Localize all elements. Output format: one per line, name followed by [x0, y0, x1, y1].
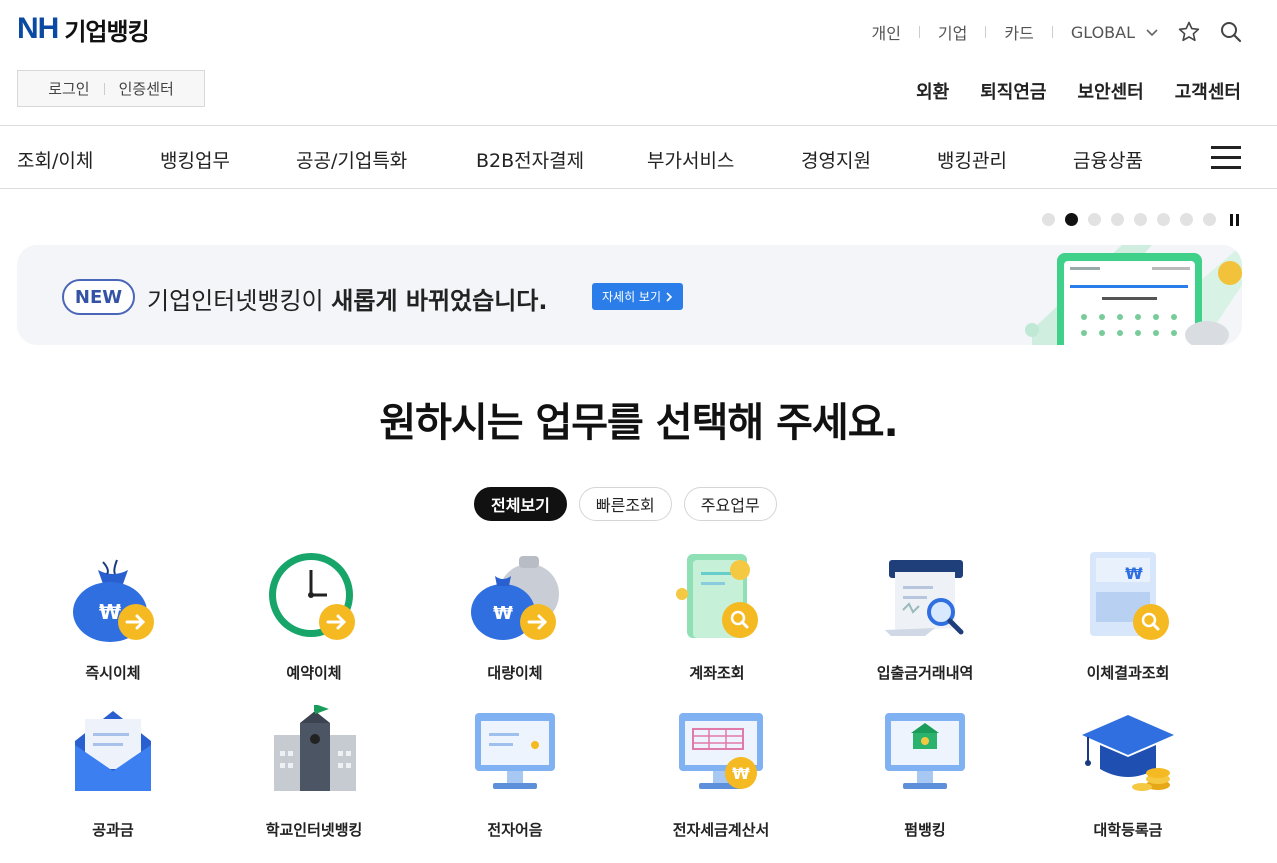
logo-mark: NH	[17, 12, 59, 45]
chevron-right-icon	[666, 291, 673, 302]
tab-quick-inquiry[interactable]: 빠른조회	[578, 487, 672, 521]
document-search-icon: ₩	[1090, 552, 1169, 640]
divider	[1051, 26, 1053, 38]
service-label: 계좌조회	[689, 664, 745, 682]
envelope-bill-icon	[75, 711, 151, 791]
pager-dot[interactable]	[1042, 213, 1055, 226]
service-account-inquiry[interactable]: 계좌조회	[617, 548, 817, 683]
nav-item-b2b[interactable]: B2B전자결제	[476, 146, 584, 173]
sub-link-customer[interactable]: 고객센터	[1175, 78, 1241, 104]
service-instant-transfer[interactable]: ₩ 즉시이체	[13, 548, 213, 683]
service-bulk-transfer[interactable]: ₩ 대량이체	[415, 548, 615, 683]
main-nav: 조회/이체 뱅킹업무 공공/기업특화 B2B전자결제 부가서비스 경영지원 뱅킹…	[0, 125, 1277, 189]
util-link-business[interactable]: 기업	[938, 20, 967, 44]
service-label: 공과금	[92, 821, 134, 839]
service-e-note[interactable]: 전자어음	[415, 705, 615, 840]
school-building-icon	[274, 704, 356, 791]
divider	[103, 82, 105, 95]
search-icon	[1221, 22, 1242, 43]
account-book-search-icon	[676, 554, 758, 638]
money-bag-transfer-icon: ₩	[73, 559, 154, 642]
pager-dot[interactable]	[1111, 213, 1124, 226]
nav-item-banking[interactable]: 뱅킹업무	[160, 146, 230, 173]
logo[interactable]: NH 기업뱅킹	[17, 12, 150, 46]
cert-center-link[interactable]: 인증센터	[119, 78, 174, 99]
sub-link-forex[interactable]: 외환	[916, 78, 949, 104]
util-link-personal[interactable]: 개인	[871, 20, 900, 44]
pause-icon[interactable]	[1230, 213, 1239, 226]
banner-illustration	[1025, 245, 1242, 345]
pager-dot[interactable]	[1157, 213, 1170, 226]
banner-pager	[1042, 213, 1239, 226]
nav-item-inquiry-transfer[interactable]: 조회/이체	[17, 146, 93, 173]
menu-icon[interactable]	[1211, 146, 1241, 170]
nav-item-banking-admin[interactable]: 뱅킹관리	[937, 146, 1007, 173]
service-firm-banking[interactable]: 펌뱅킹	[825, 705, 1025, 840]
login-box: 로그인 인증센터	[17, 70, 205, 107]
sub-link-pension[interactable]: 퇴직연금	[980, 78, 1046, 104]
divider	[985, 26, 987, 38]
service-label: 대량이체	[487, 664, 543, 682]
pager-dot[interactable]	[1203, 213, 1216, 226]
star-icon	[1178, 21, 1200, 42]
svg-text:₩: ₩	[493, 603, 513, 624]
pager-dot[interactable]	[1088, 213, 1101, 226]
promo-banner[interactable]: NEW 기업인터넷뱅킹이 새롭게 바뀌었습니다. 자세히 보기	[17, 245, 1242, 345]
pager-dot-active[interactable]	[1065, 213, 1078, 226]
clock-transfer-icon	[269, 553, 355, 640]
new-badge: NEW	[62, 279, 135, 315]
service-label: 입출금거래내역	[876, 664, 974, 682]
page-title: 원하시는 업무를 선택해 주세요.	[379, 400, 898, 446]
chevron-down-icon	[1146, 29, 1158, 37]
service-label: 대학등록금	[1093, 821, 1163, 839]
nav-item-products[interactable]: 금융상품	[1073, 146, 1143, 173]
pager-dot[interactable]	[1134, 213, 1147, 226]
pager-dot[interactable]	[1180, 213, 1193, 226]
banner-text: 기업인터넷뱅킹이 새롭게 바뀌었습니다.	[147, 287, 548, 315]
logo-text: 기업뱅킹	[64, 17, 149, 46]
multiple-money-bags-transfer-icon: ₩	[471, 556, 559, 640]
search-button[interactable]	[1219, 20, 1243, 44]
service-e-tax-invoice[interactable]: ₩ 전자세금계산서	[621, 705, 821, 840]
nav-item-additional-services[interactable]: 부가서비스	[647, 146, 734, 173]
favorite-button[interactable]	[1177, 20, 1201, 44]
tab-main-tasks[interactable]: 주요업무	[683, 487, 777, 521]
service-label: 예약이체	[286, 664, 342, 682]
service-label: 펌뱅킹	[904, 821, 946, 839]
monitor-bank-icon	[885, 713, 965, 789]
graduation-cap-coins-icon	[1082, 715, 1174, 791]
service-tuition[interactable]: 대학등록금	[1028, 705, 1228, 840]
detail-button[interactable]: 자세히 보기	[592, 283, 684, 310]
svg-text:₩: ₩	[1125, 564, 1143, 583]
sub-link-security[interactable]: 보안센터	[1078, 78, 1144, 104]
service-label: 학교인터넷뱅킹	[265, 821, 363, 839]
svg-text:₩: ₩	[99, 600, 121, 624]
divider	[918, 26, 920, 38]
service-transfer-result[interactable]: ₩ 이체결과조회	[1028, 548, 1228, 683]
login-link[interactable]: 로그인	[48, 78, 89, 99]
nav-item-public-corporate[interactable]: 공공/기업특화	[296, 146, 407, 173]
service-label: 전자어음	[487, 821, 543, 839]
svg-text:₩: ₩	[732, 764, 750, 783]
receipt-search-icon	[885, 560, 964, 636]
service-school-banking[interactable]: 학교인터넷뱅킹	[214, 704, 414, 840]
service-label: 즉시이체	[85, 664, 141, 682]
global-label: GLOBAL	[1070, 22, 1135, 42]
util-link-card[interactable]: 카드	[1004, 20, 1033, 44]
global-dropdown[interactable]: GLOBAL	[1071, 23, 1159, 42]
monitor-tax-invoice-icon: ₩	[679, 713, 763, 789]
utility-nav: 개인 기업 카드 GLOBAL	[871, 20, 1243, 44]
service-utility-bill[interactable]: 공과금	[13, 705, 213, 840]
service-label: 이체결과조회	[1086, 664, 1170, 682]
tab-all[interactable]: 전체보기	[474, 487, 567, 521]
monitor-note-icon	[475, 713, 555, 789]
service-scheduled-transfer[interactable]: 예약이체	[214, 548, 414, 683]
service-label: 전자세금계산서	[672, 821, 770, 839]
service-transaction-history[interactable]: 입출금거래내역	[825, 548, 1025, 683]
sub-links: 외환 퇴직연금 보안센터 고객센터	[916, 78, 1241, 104]
filter-tabs: 전체보기 빠른조회 주요업무	[474, 487, 777, 521]
nav-item-management[interactable]: 경영지원	[801, 146, 871, 173]
